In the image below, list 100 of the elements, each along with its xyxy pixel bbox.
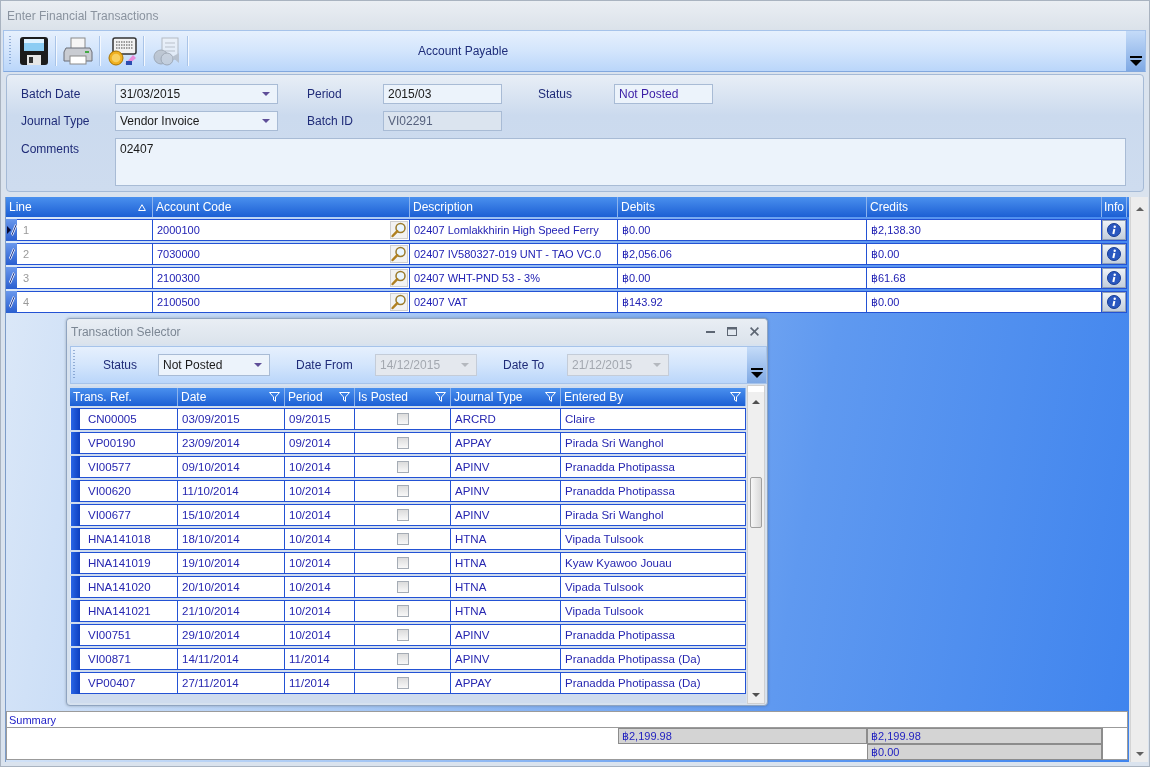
info-button[interactable]: [1102, 220, 1126, 240]
window-title: Enter Financial Transactions: [7, 8, 159, 23]
period-text: 09/2014: [285, 433, 354, 453]
user-name: Claire: [561, 409, 745, 429]
period-text: 10/2014: [285, 601, 354, 621]
checkbox[interactable]: [396, 509, 409, 521]
row-header[interactable]: [70, 672, 80, 694]
text-field[interactable]: 2015/03: [383, 84, 502, 104]
column-header[interactable]: Period: [285, 388, 355, 406]
row-header[interactable]: [70, 456, 80, 478]
info-button[interactable]: [1102, 268, 1126, 288]
row-header[interactable]: [70, 480, 80, 502]
filter-icon[interactable]: [730, 392, 741, 402]
row-header[interactable]: [70, 600, 80, 622]
user-name: Pranadda Photipassa: [561, 457, 745, 477]
row-header[interactable]: [70, 648, 80, 670]
search-icon[interactable]: [390, 269, 408, 287]
column-header[interactable]: Debits: [618, 197, 867, 217]
dropdown[interactable]: Not Posted: [158, 354, 270, 376]
save-icon: [18, 35, 50, 67]
scrollbar[interactable]: [1130, 197, 1148, 762]
description-text: 02407 VAT: [410, 292, 617, 312]
transaction-ref: HNA141020: [80, 577, 177, 597]
transaction-ref: HNA141019: [80, 553, 177, 573]
journal-type: APINV: [451, 649, 560, 669]
row-header[interactable]: [70, 576, 80, 598]
filter-icon[interactable]: [269, 392, 280, 402]
row-header[interactable]: [70, 504, 80, 526]
checkbox[interactable]: [396, 653, 409, 665]
row-header[interactable]: [70, 408, 80, 430]
dropdown[interactable]: Vendor Invoice: [115, 111, 278, 131]
caret-icon: [262, 92, 270, 96]
transaction-ref: VI00620: [80, 481, 177, 501]
row-header[interactable]: [70, 432, 80, 454]
debit-amount: ฿143.92: [618, 292, 866, 312]
credit-amount: ฿0.00: [867, 244, 1101, 264]
row-header[interactable]: [70, 624, 80, 646]
column-header[interactable]: Line: [6, 197, 153, 217]
line-number: 4: [17, 292, 152, 312]
checkbox[interactable]: [396, 413, 409, 425]
text-field[interactable]: VI02291: [383, 111, 502, 131]
search-icon[interactable]: [390, 293, 408, 311]
column-header[interactable]: Is Posted: [355, 388, 451, 406]
column-header[interactable]: Info: [1102, 197, 1127, 217]
column-header[interactable]: Account Code: [153, 197, 410, 217]
checkbox[interactable]: [396, 533, 409, 545]
debit-amount: ฿0.00: [618, 268, 866, 288]
checkbox[interactable]: [396, 437, 409, 449]
user-name: Pranadda Photipassa (Da): [561, 673, 745, 693]
checkbox[interactable]: [396, 581, 409, 593]
search-icon[interactable]: [390, 221, 408, 239]
column-header[interactable]: Entered By: [561, 388, 746, 406]
pencil-icon: [8, 248, 15, 260]
overflow-arrow-icon: [1129, 56, 1142, 66]
period-text: 09/2015: [285, 409, 354, 429]
dropdown[interactable]: 31/03/2015: [115, 84, 278, 104]
info-icon: [1107, 247, 1121, 261]
row-header[interactable]: [6, 219, 17, 241]
toolbar-overflow-button[interactable]: [747, 347, 766, 383]
scroll-down-icon[interactable]: [1135, 752, 1144, 756]
description-text: 02407 IV580327-019 UNT - TAO VC.0: [410, 244, 617, 264]
transaction-ref: HNA141021: [80, 601, 177, 621]
checkbox[interactable]: [396, 461, 409, 473]
filter-icon[interactable]: [435, 392, 446, 402]
minimize-icon: [705, 330, 715, 333]
close-icon: [749, 327, 759, 336]
credit-amount: ฿0.00: [867, 292, 1101, 312]
checkbox[interactable]: [396, 629, 409, 641]
row-header[interactable]: [70, 528, 80, 550]
user-name: Kyaw Kyawoo Jouau: [561, 553, 745, 573]
transaction-ref: VI00871: [80, 649, 177, 669]
filter-icon[interactable]: [339, 392, 350, 402]
date-text: 18/10/2014: [178, 529, 284, 549]
filter-icon[interactable]: [545, 392, 556, 402]
search-icon[interactable]: [390, 245, 408, 263]
scroll-up-icon[interactable]: [1135, 207, 1144, 211]
row-header[interactable]: [70, 552, 80, 574]
checkbox[interactable]: [396, 605, 409, 617]
info-button[interactable]: [1102, 244, 1126, 264]
filter-label: Date From: [296, 358, 353, 372]
scroll-down-icon[interactable]: [752, 693, 760, 697]
checkbox[interactable]: [396, 557, 409, 569]
column-header[interactable]: Credits: [867, 197, 1102, 217]
text-area[interactable]: 02407: [115, 138, 1126, 186]
column-header[interactable]: Description: [410, 197, 618, 217]
checkbox[interactable]: [396, 677, 409, 689]
column-header[interactable]: Journal Type: [451, 388, 561, 406]
total-amount: ฿0.00: [867, 744, 1102, 760]
debit-amount: ฿0.00: [618, 220, 866, 240]
column-header[interactable]: Trans. Ref.: [70, 388, 178, 406]
caret-icon: [461, 363, 469, 367]
period-text: 10/2014: [285, 553, 354, 573]
user-name: Vipada Tulsook: [561, 577, 745, 597]
printer-icon: [62, 35, 94, 67]
checkbox[interactable]: [396, 485, 409, 497]
toolbar-overflow-button[interactable]: [1126, 31, 1145, 71]
info-button[interactable]: [1102, 292, 1126, 312]
scroll-up-icon[interactable]: [752, 400, 760, 404]
scrollbar-thumb[interactable]: [750, 477, 762, 528]
column-header[interactable]: Date: [178, 388, 285, 406]
